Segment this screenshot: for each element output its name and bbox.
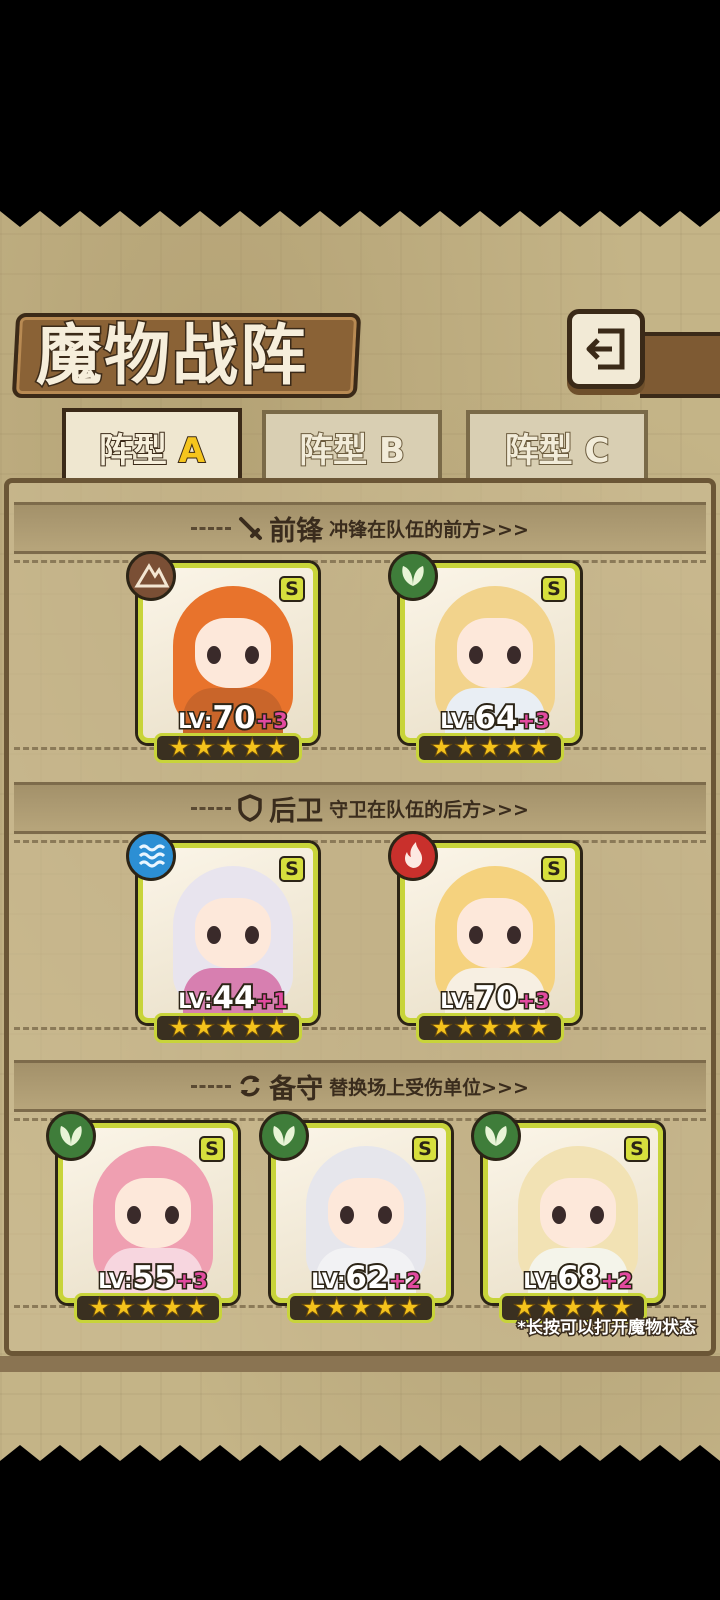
row-band-rear <box>14 840 706 1030</box>
earth-element-icon <box>126 551 176 601</box>
sword-icon <box>239 517 263 540</box>
unit-card-front-1[interactable]: S LV:70+3 ★ ★ ★ ★ ★ <box>126 551 318 763</box>
rank-badge: S <box>624 1136 650 1162</box>
unit-level: LV:44+1 <box>177 978 290 1018</box>
star-icon: ★ <box>300 1293 325 1323</box>
section-desc-front: 冲锋在队伍的前方>>> <box>329 518 529 541</box>
star-icon: ★ <box>397 1293 422 1323</box>
star-rating: ★ ★ ★ ★ ★ <box>74 1293 222 1323</box>
star-icon: ★ <box>454 733 478 763</box>
star-icon: ★ <box>325 1293 349 1323</box>
long-press-hint: *长按可以打开魔物状态 <box>516 1317 698 1340</box>
star-icon: ★ <box>349 1293 373 1323</box>
star-icon: ★ <box>502 733 526 763</box>
section-title-front: 前锋 <box>269 515 324 547</box>
row-band-front <box>14 560 706 750</box>
star-icon: ★ <box>160 1293 184 1323</box>
unit-card-rear-2[interactable]: S LV:70+3 ★ ★ ★ ★ ★ <box>388 831 580 1043</box>
section-header-reserve: 备守 替换场上受伤单位>>> <box>0 1066 720 1106</box>
star-rating: ★ ★ ★ ★ ★ <box>416 733 564 763</box>
leaf-element-icon <box>46 1111 96 1161</box>
star-icon: ★ <box>167 1013 192 1043</box>
back-button-bar <box>640 332 720 398</box>
water-element-icon <box>126 831 176 881</box>
star-icon: ★ <box>112 1293 136 1323</box>
star-icon: ★ <box>264 733 289 763</box>
star-icon: ★ <box>184 1293 209 1323</box>
leaf-element-icon <box>471 1111 521 1161</box>
unit-level: LV:68+2 <box>522 1258 635 1298</box>
section-header-front: 前锋 冲锋在队伍的前方>>> <box>0 508 720 548</box>
star-icon: ★ <box>136 1293 160 1323</box>
star-icon: ★ <box>526 733 551 763</box>
leaf-element-icon <box>259 1111 309 1161</box>
star-icon: ★ <box>454 1013 478 1043</box>
star-icon: ★ <box>502 1013 526 1043</box>
unit-level: LV:62+2 <box>310 1258 423 1298</box>
star-icon: ★ <box>478 1013 502 1043</box>
frame-bottom-edge <box>0 1356 720 1372</box>
star-icon: ★ <box>429 733 454 763</box>
unit-level: LV:55+3 <box>97 1258 210 1298</box>
rank-badge: S <box>541 576 567 602</box>
section-header-rear: 后卫 守卫在队伍的后方>>> <box>0 788 720 828</box>
fire-element-icon <box>388 831 438 881</box>
section-title-rear: 后卫 <box>269 795 324 827</box>
unit-level: LV:70+3 <box>177 698 290 738</box>
star-rating: ★ ★ ★ ★ ★ <box>287 1293 435 1323</box>
unit-card-front-2[interactable]: S LV:64+3 ★ ★ ★ ★ ★ <box>388 551 580 763</box>
star-rating: ★ ★ ★ ★ ★ <box>154 733 302 763</box>
shield-icon <box>238 794 262 822</box>
unit-card-reserve-2[interactable]: S LV:62+2 ★ ★ ★ ★ ★ <box>259 1111 451 1323</box>
star-icon: ★ <box>264 1013 289 1043</box>
star-icon: ★ <box>478 733 502 763</box>
unit-level: LV:64+3 <box>439 698 552 738</box>
star-icon: ★ <box>87 1293 112 1323</box>
rank-badge: S <box>541 856 567 882</box>
rank-badge: S <box>199 1136 225 1162</box>
star-icon: ★ <box>216 733 240 763</box>
section-desc-reserve: 替换场上受伤单位>>> <box>329 1076 529 1099</box>
swap-icon <box>240 1075 260 1097</box>
top-torn-edge <box>0 197 720 227</box>
page-title: 魔物战阵 <box>35 315 308 396</box>
star-icon: ★ <box>240 733 264 763</box>
star-icon: ★ <box>373 1293 397 1323</box>
star-icon: ★ <box>526 1013 551 1043</box>
rank-badge: S <box>279 856 305 882</box>
return-arrow-icon <box>586 328 625 370</box>
star-rating: ★ ★ ★ ★ ★ <box>154 1013 302 1043</box>
section-desc-rear: 守卫在队伍的后方>>> <box>329 798 529 821</box>
star-icon: ★ <box>192 1013 216 1043</box>
tab-formation-a[interactable]: 阵型 A <box>62 408 242 482</box>
star-rating: ★ ★ ★ ★ ★ <box>416 1013 564 1043</box>
section-title-reserve: 备守 <box>269 1073 324 1105</box>
tab-formation-b[interactable]: 阵型 B <box>262 410 442 480</box>
unit-card-reserve-3[interactable]: S LV:68+2 ★ ★ ★ ★ ★ <box>471 1111 663 1323</box>
star-icon: ★ <box>240 1013 264 1043</box>
unit-level: LV:70+3 <box>439 978 552 1018</box>
unit-card-reserve-1[interactable]: S LV:55+3 ★ ★ ★ ★ ★ <box>46 1111 238 1323</box>
unit-card-rear-1[interactable]: S LV:44+1 ★ ★ ★ ★ ★ <box>126 831 318 1043</box>
rank-badge: S <box>412 1136 438 1162</box>
star-icon: ★ <box>216 1013 240 1043</box>
leaf-element-icon <box>388 551 438 601</box>
star-icon: ★ <box>192 733 216 763</box>
rank-badge: S <box>279 576 305 602</box>
game-screen: 魔物战阵 阵型 A 阵型 B 阵型 C 前锋 冲锋在队伍的前方>>> 后卫 守卫… <box>0 0 720 1600</box>
back-button[interactable] <box>567 309 645 389</box>
bottom-torn-edge <box>0 1445 720 1475</box>
star-icon: ★ <box>167 733 192 763</box>
tab-formation-c[interactable]: 阵型 C <box>466 410 648 480</box>
star-icon: ★ <box>429 1013 454 1043</box>
